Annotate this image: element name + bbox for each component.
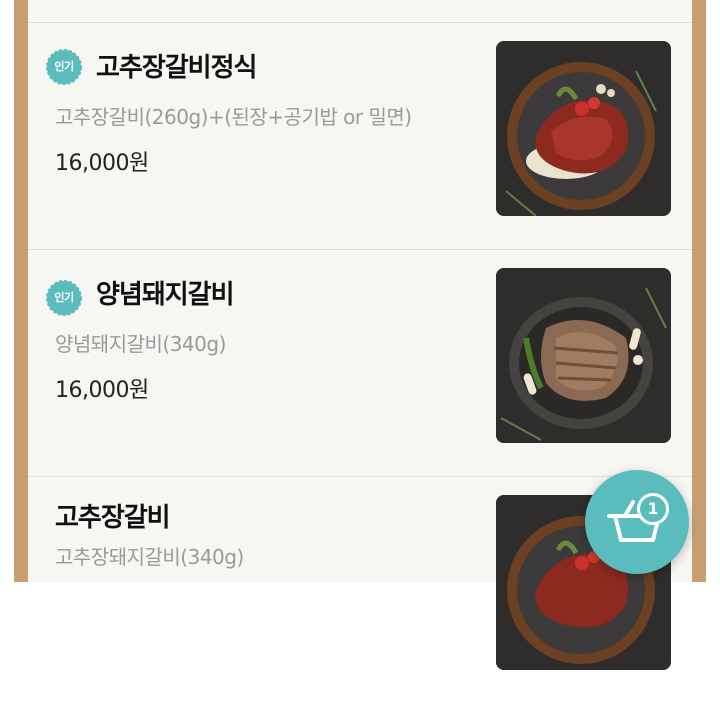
menu-item-price: 16,000원 xyxy=(55,151,149,176)
menu-item-description: 양념돼지갈비(340g) xyxy=(55,332,226,356)
menu-item-photo[interactable] xyxy=(496,268,671,443)
menu-item-description: 고추장갈비(260g)+(된장+공기밥 or 밀면) xyxy=(55,105,412,129)
cart-button[interactable] xyxy=(585,470,689,574)
menu-item-photo[interactable] xyxy=(496,41,671,216)
menu-item-description: 고추장돼지갈비(340g) xyxy=(55,545,244,569)
menu-item-name[interactable]: 고추장갈비정식 xyxy=(96,47,257,84)
menu-item-name[interactable]: 양념돼지갈비 xyxy=(96,274,235,311)
menu-item-price: 16,000원 xyxy=(55,378,149,403)
marinated-pork-ribs-photo xyxy=(496,268,671,443)
badge-label: 인기 xyxy=(54,60,74,73)
badge-label: 인기 xyxy=(54,291,74,304)
menu-item[interactable]: 인기 고추장갈비정식 고추장갈비(260g)+(된장+공기밥 or 밀면) 16… xyxy=(28,22,692,249)
basket-icon xyxy=(607,500,667,542)
cart-count-badge: 1 xyxy=(637,493,669,525)
popular-badge: 인기 xyxy=(46,49,82,85)
gochujang-galbi-plate-photo xyxy=(496,41,671,216)
menu-item[interactable]: 인기 양념돼지갈비 양념돼지갈비(340g) 16,000원 xyxy=(28,249,692,476)
menu-item-name[interactable]: 고추장갈비 xyxy=(55,497,171,534)
popular-badge: 인기 xyxy=(46,280,82,316)
